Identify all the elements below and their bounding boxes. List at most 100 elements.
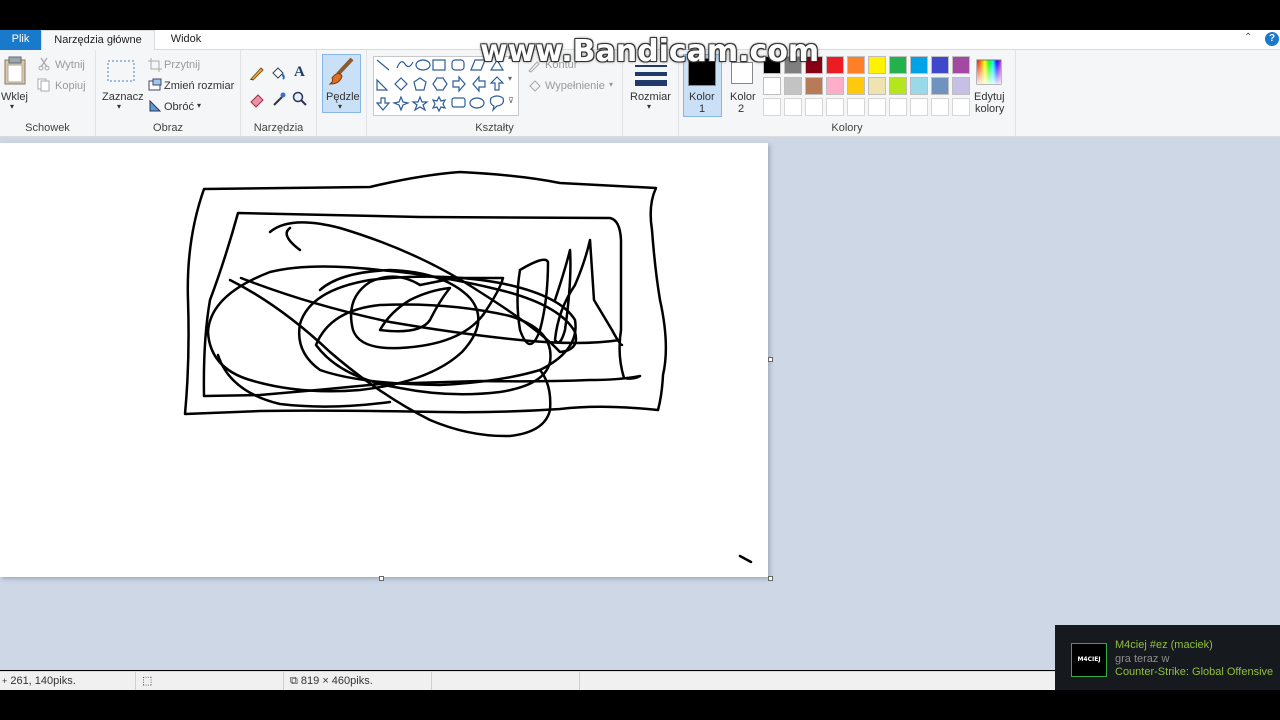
selection-icon: ⬚	[142, 675, 153, 687]
image-group: Zaznacz ▾ Przytnij Zmień rozmiar Obróć ▾…	[96, 50, 241, 136]
color2-number: 2	[738, 103, 745, 115]
canvas-size-icon: ⧉	[290, 675, 298, 687]
resize-icon	[148, 78, 162, 91]
cursor-position-text: 261, 140piks.	[10, 675, 76, 687]
custom-swatch-empty[interactable]	[826, 98, 844, 116]
resize-button[interactable]: Zmień rozmiar	[164, 80, 234, 92]
palette-swatch[interactable]	[868, 77, 886, 95]
palette-swatch[interactable]	[868, 56, 886, 74]
fill-dropdown-icon[interactable]: ▾	[609, 80, 613, 89]
custom-swatch-empty[interactable]	[763, 98, 781, 116]
edit-colors-icon[interactable]	[975, 58, 1003, 86]
crop-icon	[148, 58, 162, 72]
brushes-dropdown-icon[interactable]: ▾	[338, 102, 342, 111]
paste-button[interactable]: Wklej	[1, 91, 28, 103]
brushes-label: Pędzle	[326, 91, 360, 103]
colors-group-label: Kolory	[831, 122, 863, 134]
palette-swatch[interactable]	[910, 77, 928, 95]
shapes-scroll-down-icon[interactable]: ▾	[508, 74, 512, 83]
tools-group-label: Narzędzia	[253, 122, 304, 134]
eraser-icon[interactable]	[249, 92, 265, 108]
tools-group: A Narzędzia	[241, 50, 317, 136]
selection-size: ⬚	[136, 672, 284, 690]
status-empty-segment	[432, 672, 580, 690]
custom-swatch-empty[interactable]	[889, 98, 907, 116]
brushes-group: Pędzle ▾	[317, 50, 367, 136]
palette-swatch[interactable]	[763, 77, 781, 95]
resize-handle-bottom[interactable]	[379, 576, 384, 581]
palette-swatch[interactable]	[952, 77, 970, 95]
canvas-size: ⧉ 819 × 460piks.	[284, 672, 432, 690]
text-tool-icon[interactable]: A	[294, 64, 305, 81]
palette-swatch[interactable]	[889, 56, 907, 74]
paste-dropdown-icon[interactable]: ▾	[10, 102, 14, 111]
custom-swatch-empty[interactable]	[952, 98, 970, 116]
rotate-icon	[149, 99, 162, 112]
tab-file[interactable]: Plik	[0, 30, 41, 50]
image-group-label: Obraz	[153, 122, 183, 134]
custom-swatch-empty[interactable]	[931, 98, 949, 116]
scissors-icon	[38, 57, 50, 71]
cursor-icon: +	[2, 676, 8, 686]
fill-bucket-icon[interactable]	[270, 65, 286, 81]
crop-button[interactable]: Przytnij	[164, 59, 200, 71]
color-picker-icon[interactable]	[271, 91, 287, 107]
palette-swatch[interactable]	[931, 77, 949, 95]
paste-icon[interactable]	[3, 56, 27, 86]
notification-game: Counter-Strike: Global Offensive	[1115, 666, 1274, 678]
edit-colors-button[interactable]: Edytuj	[974, 91, 1005, 103]
top-black-bar	[0, 0, 1280, 30]
scribble-drawing	[183, 170, 753, 564]
palette-swatch[interactable]	[889, 77, 907, 95]
rotate-button[interactable]: Obróć	[164, 101, 194, 113]
shapes-group-label: Kształty	[475, 122, 514, 134]
copy-icon	[37, 78, 50, 92]
fill-button[interactable]: Wypełnienie	[545, 80, 605, 92]
help-icon[interactable]: ?	[1265, 32, 1279, 46]
custom-swatch-empty[interactable]	[910, 98, 928, 116]
cut-button[interactable]: Wytnij	[55, 59, 85, 71]
tab-view[interactable]: Widok	[160, 30, 212, 50]
drawing-canvas[interactable]	[0, 143, 768, 577]
palette-swatch[interactable]	[847, 77, 865, 95]
palette-swatch[interactable]	[847, 56, 865, 74]
resize-handle-corner[interactable]	[768, 576, 773, 581]
palette-swatch[interactable]	[826, 56, 844, 74]
edit-colors-label2: kolory	[975, 103, 1005, 115]
select-dropdown-icon[interactable]: ▾	[117, 102, 121, 111]
magnifier-icon[interactable]	[292, 91, 308, 107]
color1-number: 1	[699, 103, 706, 115]
palette-swatch[interactable]	[952, 56, 970, 74]
tab-home[interactable]: Narzędzia główne	[41, 30, 155, 51]
notification-name: M4ciej #ez (maciek)	[1115, 639, 1213, 651]
color1-label: Kolor	[689, 91, 715, 103]
steam-notification[interactable]: M4CIEJ M4ciej #ez (maciek) gra teraz w C…	[1055, 625, 1280, 690]
collapse-ribbon-icon[interactable]: ⌃	[1244, 32, 1252, 43]
cursor-position: + 261, 140piks.	[0, 672, 136, 690]
palette-swatch[interactable]	[784, 77, 802, 95]
clipboard-group-label: Schowek	[25, 122, 70, 134]
palette-swatch[interactable]	[826, 77, 844, 95]
select-icon[interactable]	[106, 58, 136, 84]
pencil-icon[interactable]	[249, 65, 265, 81]
palette-swatch[interactable]	[931, 56, 949, 74]
rotate-dropdown-icon[interactable]: ▾	[197, 101, 201, 110]
select-button[interactable]: Zaznacz	[102, 91, 144, 103]
clipboard-group: Wklej ▾ Wytnij Kopiuj Schowek	[0, 50, 96, 136]
custom-swatch-empty[interactable]	[847, 98, 865, 116]
custom-swatch-empty[interactable]	[868, 98, 886, 116]
resize-handle-right[interactable]	[768, 357, 773, 362]
palette-swatch[interactable]	[805, 77, 823, 95]
color2-label[interactable]: Kolor	[730, 91, 756, 103]
shapes-expand-icon[interactable]: ⊽	[508, 96, 514, 105]
size-dropdown-icon[interactable]: ▾	[647, 102, 651, 111]
avatar: M4CIEJ	[1071, 643, 1107, 677]
custom-swatch-empty[interactable]	[784, 98, 802, 116]
bottom-black-bar	[0, 690, 1280, 720]
palette-swatch[interactable]	[910, 56, 928, 74]
custom-swatch-empty[interactable]	[805, 98, 823, 116]
fill-icon	[529, 80, 541, 92]
brush-icon	[328, 57, 354, 85]
copy-button[interactable]: Kopiuj	[55, 80, 86, 92]
notification-status: gra teraz w	[1115, 653, 1170, 665]
